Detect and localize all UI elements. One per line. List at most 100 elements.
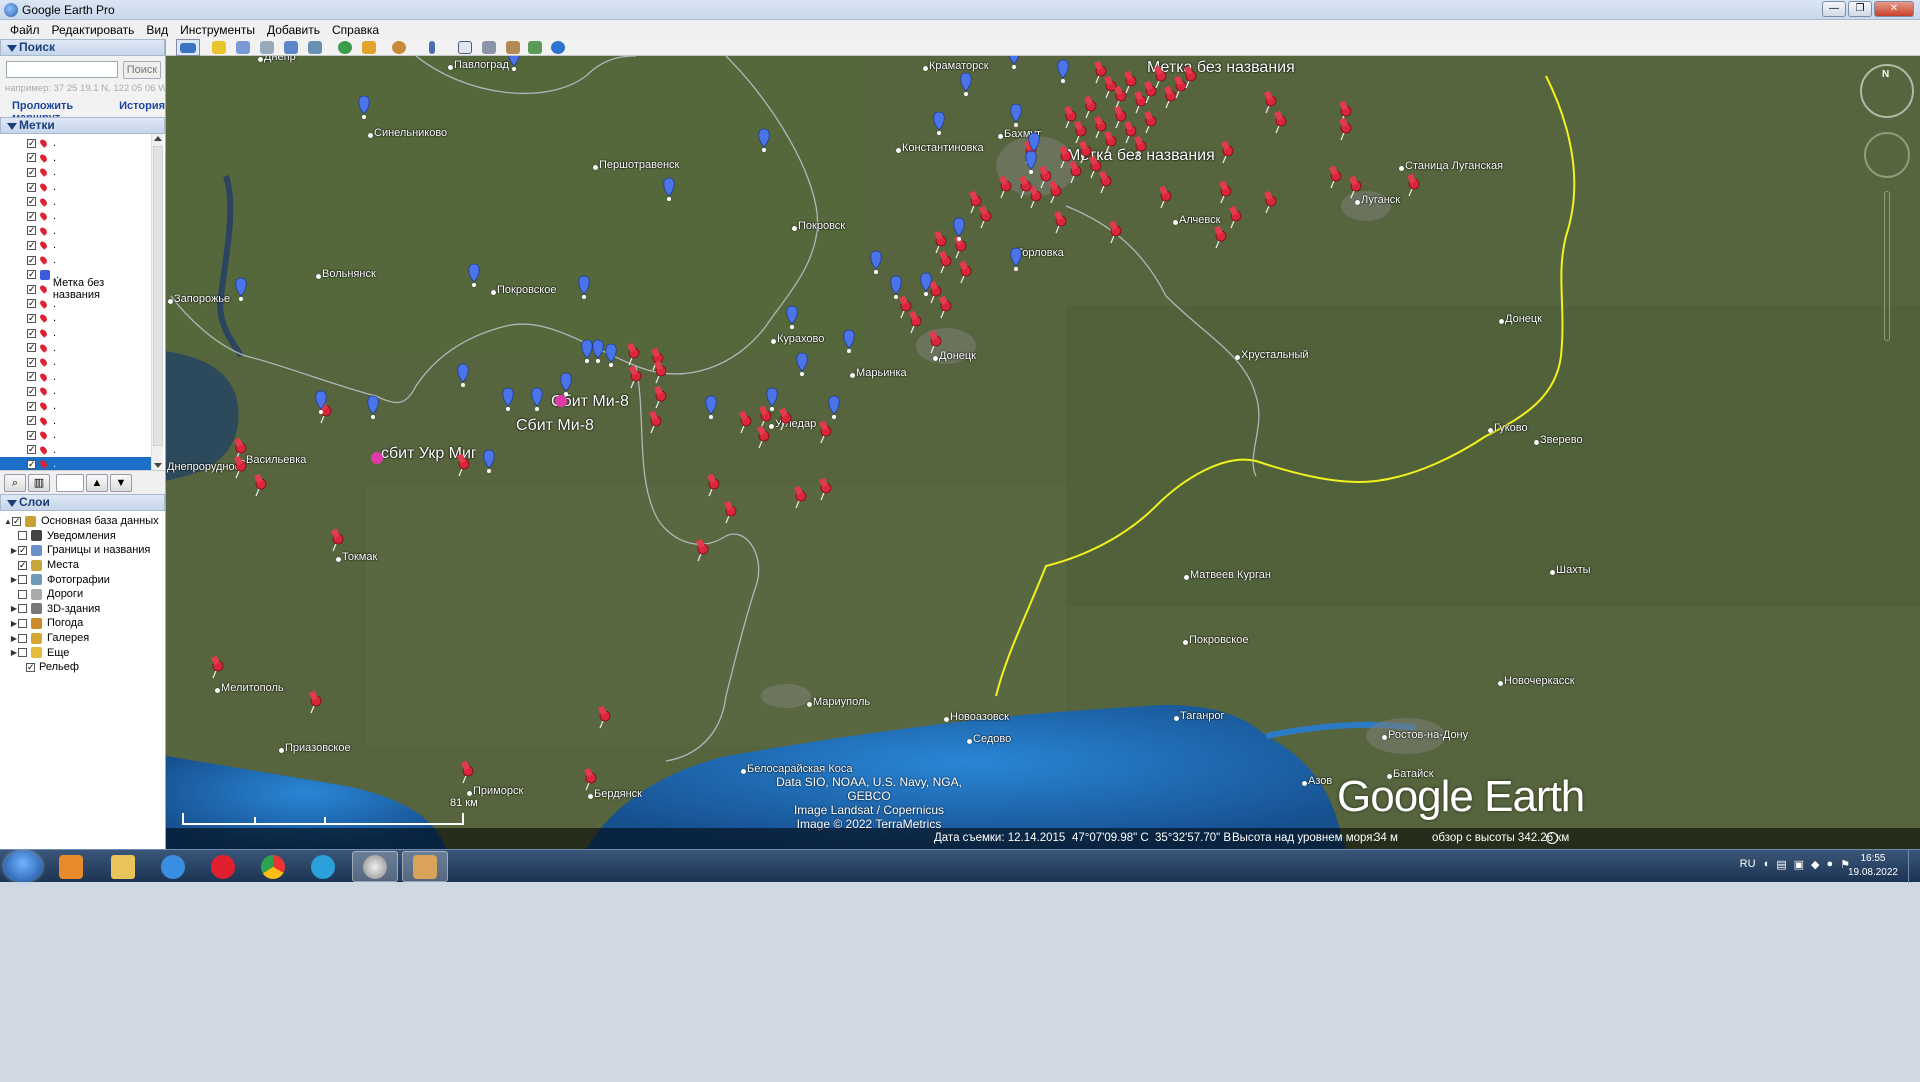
red-pushpin-icon[interactable] xyxy=(1124,70,1137,94)
red-pushpin-icon[interactable] xyxy=(1154,65,1167,89)
red-pushpin-icon[interactable] xyxy=(1049,180,1062,204)
red-pushpin-icon[interactable] xyxy=(309,690,322,714)
red-pushpin-icon[interactable] xyxy=(457,453,470,477)
place-checkbox[interactable]: ✓ xyxy=(27,343,36,353)
red-pushpin-icon[interactable] xyxy=(1109,220,1122,244)
red-pushpin-icon[interactable] xyxy=(1264,90,1277,114)
red-pushpin-icon[interactable] xyxy=(1134,135,1147,159)
red-pushpin-icon[interactable] xyxy=(969,190,982,214)
blue-marker-icon[interactable] xyxy=(960,72,972,96)
place-checkbox[interactable]: ✓ xyxy=(27,138,36,148)
record-tour-button[interactable] xyxy=(304,39,326,56)
tray-app-icon[interactable]: ● xyxy=(1826,858,1833,871)
menu-tools[interactable]: Инструменты xyxy=(180,23,255,37)
place-checkbox[interactable]: ✓ xyxy=(27,182,36,192)
red-pushpin-icon[interactable] xyxy=(757,425,770,449)
scroll-thumb[interactable] xyxy=(153,146,163,446)
blue-marker-icon[interactable] xyxy=(1009,56,1020,69)
search-button[interactable]: Поиск xyxy=(123,61,161,79)
historical-imagery-button[interactable] xyxy=(334,39,356,56)
blue-marker-icon[interactable] xyxy=(1025,150,1037,174)
layers-header[interactable]: Слои xyxy=(0,494,165,511)
print-button[interactable] xyxy=(478,39,500,56)
place-checkbox[interactable]: ✓ xyxy=(27,401,36,411)
layer-checkbox[interactable]: ✓ xyxy=(26,662,35,672)
blue-marker-icon[interactable] xyxy=(508,56,520,71)
place-item[interactable]: ✓. xyxy=(0,180,152,195)
red-pushpin-icon[interactable] xyxy=(1084,95,1097,119)
internet-explorer-icon[interactable] xyxy=(150,851,196,882)
language-indicator[interactable]: RU xyxy=(1740,858,1756,871)
red-pushpin-icon[interactable] xyxy=(899,295,912,319)
red-pushpin-icon[interactable] xyxy=(819,477,832,501)
sidebar-toggle-button[interactable] xyxy=(176,39,200,56)
add-overlay-button[interactable] xyxy=(280,39,302,56)
layer-checkbox[interactable]: ✓ xyxy=(12,516,21,526)
place-item[interactable]: ✓. xyxy=(0,194,152,209)
earth-view[interactable]: N Днепр Павлоград Краматорск Синельниково Пе… xyxy=(166,56,1920,849)
red-pushpin-icon[interactable] xyxy=(1069,160,1082,184)
blue-marker-icon[interactable] xyxy=(581,339,593,363)
network-icon[interactable]: ▤ xyxy=(1776,858,1786,871)
layer-checkbox[interactable]: ✓ xyxy=(18,560,27,570)
red-pushpin-icon[interactable] xyxy=(779,407,792,431)
google-earth-pro-icon[interactable] xyxy=(352,851,398,882)
save-image-button[interactable] xyxy=(502,39,524,56)
ruler-button[interactable] xyxy=(421,39,443,56)
place-item[interactable]: ✓. xyxy=(0,151,152,166)
blue-marker-icon[interactable] xyxy=(953,217,965,241)
red-pushpin-icon[interactable] xyxy=(739,410,752,434)
add-path-button[interactable] xyxy=(256,39,278,56)
blue-marker-icon[interactable] xyxy=(766,387,778,411)
red-pushpin-icon[interactable] xyxy=(1074,120,1087,144)
menu-view[interactable]: Вид xyxy=(146,23,168,37)
blue-marker-icon[interactable] xyxy=(663,177,675,201)
menu-edit[interactable]: Редактировать xyxy=(52,23,135,37)
place-checkbox[interactable]: ✓ xyxy=(27,459,36,469)
blue-marker-icon[interactable] xyxy=(531,387,543,411)
blue-marker-icon[interactable] xyxy=(367,395,379,419)
expand-toggle-icon[interactable]: ▶ xyxy=(10,648,18,657)
place-checkbox[interactable]: ✓ xyxy=(27,255,36,265)
red-pushpin-icon[interactable] xyxy=(584,767,597,791)
earth-gallery-button[interactable] xyxy=(547,39,569,56)
place-checkbox[interactable]: ✓ xyxy=(27,167,36,177)
red-pushpin-icon[interactable] xyxy=(1407,173,1420,197)
system-clock[interactable]: 16:55 19.08.2022 xyxy=(1848,852,1898,880)
pink-pushpin-icon[interactable] xyxy=(555,395,567,407)
place-item[interactable]: ✓. xyxy=(0,399,152,414)
layer-checkbox[interactable] xyxy=(18,604,27,614)
red-pushpin-icon[interactable] xyxy=(794,485,807,509)
blue-marker-icon[interactable] xyxy=(828,395,840,419)
move-up-button[interactable]: ▲ xyxy=(86,474,108,492)
layer-item[interactable]: ✓ Места xyxy=(10,558,79,573)
blue-marker-icon[interactable] xyxy=(705,395,717,419)
red-pushpin-icon[interactable] xyxy=(979,205,992,229)
chrome-icon[interactable] xyxy=(250,851,296,882)
blue-marker-icon[interactable] xyxy=(870,250,882,274)
place-checkbox[interactable]: ✓ xyxy=(27,328,36,338)
red-pushpin-icon[interactable] xyxy=(1064,105,1077,129)
red-pushpin-icon[interactable] xyxy=(1054,210,1067,234)
red-pushpin-icon[interactable] xyxy=(1214,225,1227,249)
red-pushpin-icon[interactable] xyxy=(1221,140,1234,164)
layer-item[interactable]: ✓ Рельеф xyxy=(18,660,79,675)
expand-toggle-icon[interactable]: ▶ xyxy=(10,575,18,584)
close-button[interactable]: ✕ xyxy=(1874,1,1914,17)
tray-app-icon[interactable]: ◆ xyxy=(1811,858,1819,871)
red-pushpin-icon[interactable] xyxy=(1339,117,1352,141)
red-pushpin-icon[interactable] xyxy=(654,385,667,409)
place-item[interactable]: ✓. xyxy=(0,136,152,151)
layer-item[interactable]: ▶ ✓ Границы и названия xyxy=(10,543,150,558)
places-header[interactable]: Метки xyxy=(0,117,165,134)
layer-checkbox[interactable] xyxy=(18,589,27,599)
layer-checkbox[interactable] xyxy=(18,648,27,658)
red-pushpin-icon[interactable] xyxy=(1159,185,1172,209)
place-checkbox[interactable]: ✓ xyxy=(27,211,36,221)
red-pushpin-icon[interactable] xyxy=(629,365,642,389)
blue-marker-icon[interactable] xyxy=(468,263,480,287)
place-item[interactable]: ✓. xyxy=(0,428,152,443)
place-item[interactable]: ✓. xyxy=(0,413,152,428)
place-checkbox[interactable]: ✓ xyxy=(27,430,36,440)
place-checkbox[interactable]: ✓ xyxy=(27,153,36,163)
